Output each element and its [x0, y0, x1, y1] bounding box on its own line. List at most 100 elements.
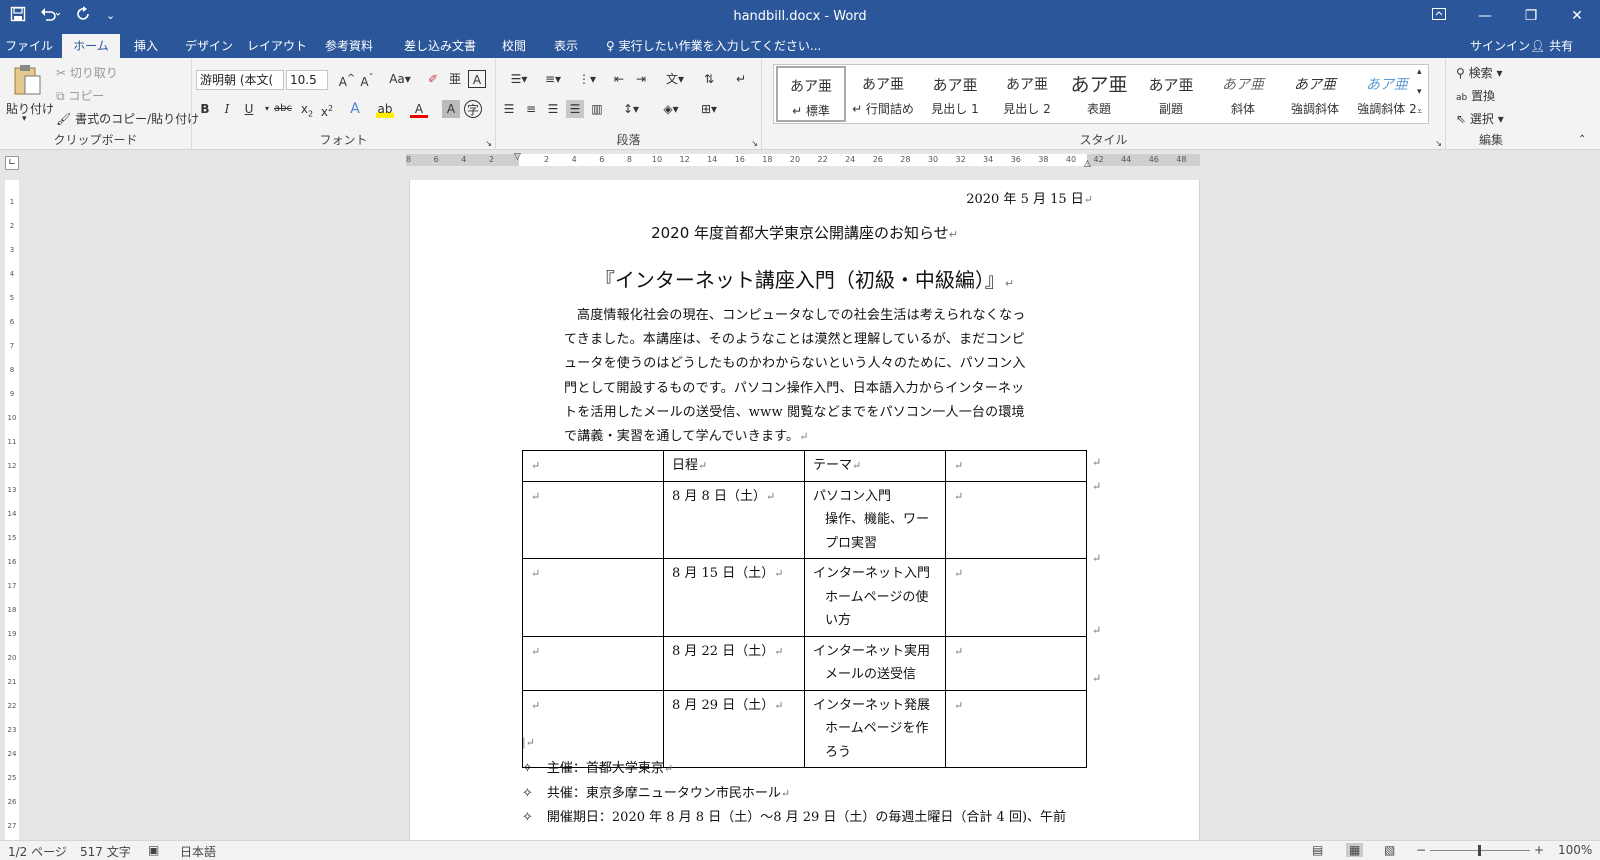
document-page[interactable]: 2020 年 5 月 15 日↵ 2020 年度首都大学東京公開講座のお知らせ↵… [409, 180, 1200, 840]
print-layout-icon[interactable]: ▦ [1346, 843, 1364, 857]
document-title[interactable]: 『インターネット講座入門（初級・中級編）』↵ [410, 264, 1199, 293]
list-item[interactable]: ✧ 開催期日：2020 年 8 月 8 日（土）～8 月 29 日（土）の毎週土曜… [522, 806, 1066, 831]
tab-insert[interactable]: 挿入 [124, 34, 168, 58]
cut-button[interactable]: ✂ 切り取り [56, 64, 118, 81]
tell-me-box[interactable]: ♀ 実行したい作業を入力してください... [606, 34, 821, 58]
zoom-in-icon[interactable]: + [1534, 843, 1544, 857]
font-size-combo[interactable]: 10.5 [286, 70, 328, 90]
justify-icon[interactable]: ☰ [566, 100, 584, 118]
tab-review[interactable]: 校閲 [494, 34, 534, 58]
highlight-icon[interactable]: ab [376, 100, 394, 118]
table-cell[interactable]: 8 月 8 日（土）↵ [663, 480, 805, 559]
web-layout-icon[interactable]: ▧ [1384, 843, 1395, 857]
table-header-cell[interactable]: ↵ [522, 450, 664, 482]
table-cell[interactable]: ↵ [945, 689, 1087, 768]
share-button[interactable]: 👤︎ 共有 [1530, 34, 1590, 58]
multilevel-list-icon[interactable]: ⋮▾ [572, 70, 602, 88]
zoom-out-icon[interactable]: − [1416, 843, 1426, 857]
close-button[interactable]: ✕ [1554, 0, 1600, 34]
text-effects-icon[interactable]: A [346, 100, 364, 118]
paragraph-dialog-launcher-icon[interactable]: ↘ [751, 139, 758, 148]
document-date[interactable]: 2020 年 5 月 15 日↵ [966, 188, 1093, 207]
table-cell[interactable]: パソコン入門 操作、機能、ワープロ実習 [804, 480, 946, 559]
font-dialog-launcher-icon[interactable]: ↘ [485, 139, 492, 148]
styles-scroll-down-icon[interactable]: ▾ [1417, 87, 1422, 97]
style-heading-1[interactable]: あア亜 見出し 1 [920, 66, 990, 122]
zoom-level[interactable]: 100% [1558, 843, 1592, 857]
table-header-cell[interactable]: テーマ↵ [804, 450, 946, 482]
align-left-icon[interactable]: ☰ [500, 100, 518, 118]
underline-icon[interactable]: U [240, 100, 258, 118]
table-cell[interactable]: ↵ [945, 558, 1087, 637]
tab-design[interactable]: デザイン [178, 34, 240, 58]
horizontal-ruler[interactable]: 8 6 4 2 2 4 6 8 10 12 14 16 18 20 22 24 26 28 30 32 34 36 38 40… [0, 150, 1600, 170]
minimize-button[interactable]: — [1462, 0, 1508, 34]
align-center-icon[interactable]: ≡ [522, 100, 540, 118]
shading-icon[interactable]: ◈▾ [656, 100, 686, 118]
align-right-icon[interactable]: ☰ [544, 100, 562, 118]
table-cell[interactable]: ↵ [522, 480, 664, 559]
document-body[interactable]: 高度情報化社会の現在、コンピュータなしでの社会生活は考えられなくなってきました。… [564, 304, 1036, 449]
style-emphasis[interactable]: あア亜 強調斜体 [1280, 66, 1350, 122]
show-formatting-marks-icon[interactable]: ↵ [732, 70, 750, 88]
tab-references[interactable]: 参考資料 [318, 34, 380, 58]
zoom-slider-thumb[interactable] [1478, 845, 1481, 856]
page-count[interactable]: 1/2 ページ [8, 843, 67, 860]
schedule-table[interactable]: ↵ 日程↵ テーマ↵ ↵ ↵ 8 月 8 日（土）↵ パソコン入門 操作、機能、ワ… [522, 450, 1087, 768]
style-normal[interactable]: あア亜 ↵ 標準 [776, 66, 846, 122]
subscript-icon[interactable]: x2 [298, 100, 316, 118]
info-list[interactable]: ✧ 主催：首都大学東京↵ ✧ 共催：東京多摩ニュータウン市民ホール↵ ✧ 開催期日：2… [522, 757, 1066, 831]
character-shading-icon[interactable]: A [442, 100, 460, 118]
collapse-ribbon-icon[interactable]: ⌃ [1578, 134, 1586, 145]
change-case-icon[interactable]: Aa▾ [388, 70, 412, 88]
table-cell[interactable]: ↵ [522, 635, 664, 691]
format-painter-button[interactable]: 🖌︎ 書式のコピー/貼り付け [56, 110, 199, 127]
numbering-icon[interactable]: ≡▾ [538, 70, 568, 88]
bold-icon[interactable]: B [196, 100, 214, 118]
list-item[interactable]: ✧ 主催：首都大学東京↵ [522, 757, 1066, 782]
style-no-spacing[interactable]: あア亜 ↵ 行間詰め [848, 66, 918, 122]
restore-button[interactable]: ❐ [1508, 0, 1554, 34]
style-subtle-emphasis[interactable]: あア亜 斜体 [1208, 66, 1278, 122]
styles-more-icon[interactable]: ⩡ [1417, 107, 1422, 117]
style-title[interactable]: あア亜 表題 [1064, 66, 1134, 122]
select-button[interactable]: ⇖ 選択 ▾ [1456, 110, 1504, 127]
language-indicator[interactable]: 日本語 [180, 843, 216, 860]
table-cell[interactable]: 8 月 15 日（土）↵ [663, 558, 805, 637]
phonetic-guide-icon[interactable]: 亜 [446, 70, 464, 88]
first-line-indent-marker-icon[interactable]: ▽ [514, 152, 521, 162]
table-cell[interactable]: ↵ [945, 635, 1087, 691]
table-cell[interactable]: 8 月 22 日（土）↵ [663, 635, 805, 691]
vertical-ruler[interactable]: 1 2 3 4 5 6 7 8 9 10 11 12 13 14 15 16 17 18 19 20 21 22 23 24 2… [5, 180, 19, 840]
clear-formatting-icon[interactable]: ✐ [424, 70, 442, 88]
style-heading-2[interactable]: あア亜 見出し 2 [992, 66, 1062, 122]
tab-selector-icon[interactable]: ∟ [5, 156, 19, 170]
table-cell[interactable]: 8 月 29 日（土）↵ [663, 689, 805, 768]
table-cell[interactable]: インターネット入門 ホームページの使い方 [804, 558, 946, 637]
table-cell[interactable]: ↵ [522, 689, 664, 768]
font-name-combo[interactable]: 游明朝 (本文( [196, 70, 284, 90]
character-border-icon[interactable]: A [468, 70, 486, 88]
superscript-icon[interactable]: x2 [318, 100, 336, 119]
bullets-icon[interactable]: ☰▾ [504, 70, 534, 88]
read-mode-icon[interactable]: ▤ [1312, 843, 1323, 857]
tab-layout[interactable]: レイアウト [246, 34, 308, 58]
replace-button[interactable]: ab 置換 [1456, 87, 1495, 104]
proofing-icon[interactable]: ▣ [148, 843, 159, 857]
signin-link[interactable]: サインイン [1470, 34, 1530, 58]
right-indent-marker-icon[interactable]: △ [1084, 159, 1091, 169]
shrink-font-icon[interactable]: Aˇ [358, 70, 376, 89]
copy-button[interactable]: ⧉ コピー [56, 87, 104, 104]
table-cell[interactable]: インターネット実用 メールの送受信 [804, 635, 946, 691]
increase-indent-icon[interactable]: ⇥ [632, 70, 650, 88]
table-cell[interactable]: ↵ [522, 558, 664, 637]
distributed-icon[interactable]: ▥ [588, 100, 606, 118]
tab-file[interactable]: ファイル [0, 34, 58, 58]
list-item[interactable]: ✧ 共催：東京多摩ニュータウン市民ホール↵ [522, 782, 1066, 807]
styles-scroll-up-icon[interactable]: ▴ [1417, 67, 1422, 77]
table-cell[interactable]: ↵ [945, 480, 1087, 559]
styles-dialog-launcher-icon[interactable]: ↘ [1435, 139, 1442, 148]
table-header-cell[interactable]: ↵ [945, 450, 1087, 482]
paste-button[interactable]: 貼り付け ▾ [4, 64, 54, 128]
table-header-cell[interactable]: 日程↵ [663, 450, 805, 482]
